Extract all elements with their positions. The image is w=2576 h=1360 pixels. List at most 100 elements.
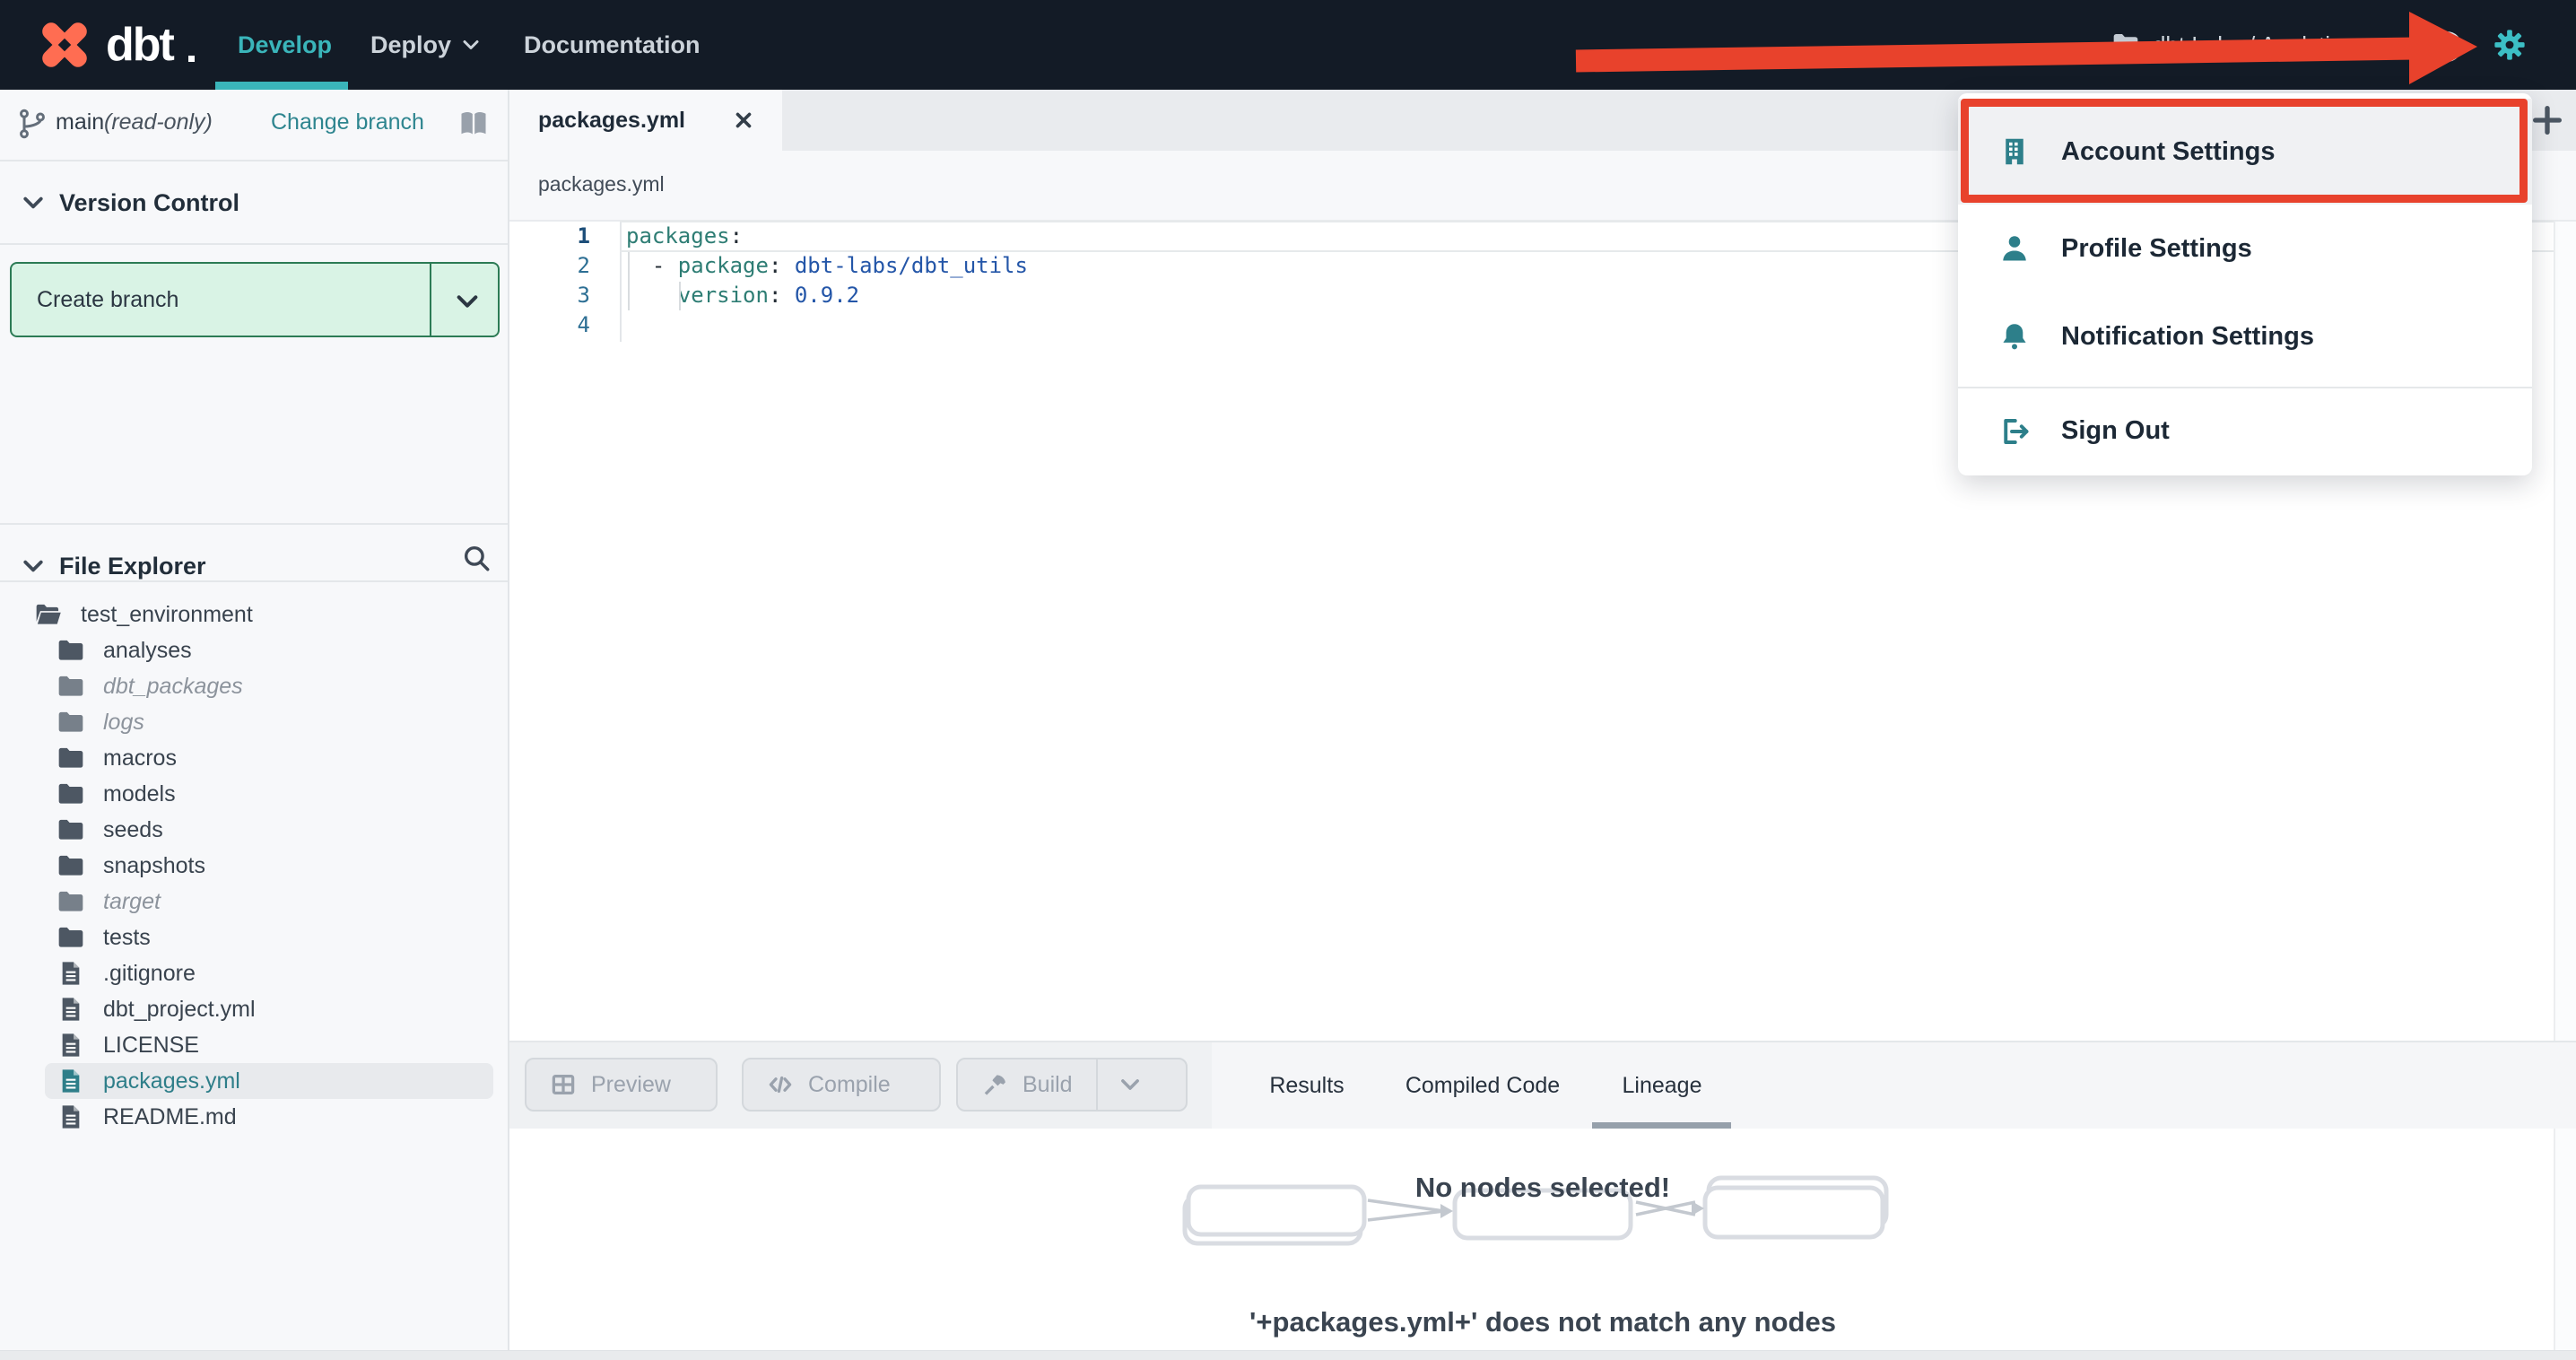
tree-item-dbt-packages[interactable]: dbt_packages bbox=[0, 668, 508, 704]
tree-item-logs[interactable]: logs bbox=[0, 704, 508, 740]
build-button[interactable]: Build bbox=[956, 1058, 1188, 1112]
branch-readonly-label: (read-only) bbox=[104, 109, 213, 135]
results-tab-compiled-code[interactable]: Compiled Code bbox=[1405, 1042, 1560, 1129]
tree-item-label: logs bbox=[103, 709, 144, 735]
bell-icon bbox=[2003, 324, 2026, 350]
code-text: version: 0.9.2 bbox=[626, 283, 860, 308]
chevron-down-icon[interactable] bbox=[453, 287, 482, 316]
search-icon[interactable] bbox=[461, 543, 492, 573]
preview-button[interactable]: Preview bbox=[525, 1058, 718, 1112]
dbt-logo-icon bbox=[42, 22, 87, 67]
account-settings-menu: Account Settings Profile Settings Notifica… bbox=[1958, 93, 2532, 475]
lineage-node bbox=[1186, 1184, 1367, 1237]
gear-icon[interactable] bbox=[2493, 28, 2527, 62]
tree-item-snapshots[interactable]: snapshots bbox=[0, 848, 508, 884]
account-project-switcher[interactable]: dbt Labs / Analytics bbox=[2111, 0, 2354, 90]
top-nav: dbt Develop Deploy Documentation dbt Labs … bbox=[0, 0, 2576, 90]
tab-label: packages.yml bbox=[538, 107, 685, 133]
tree-item-readme-md[interactable]: README.md bbox=[0, 1099, 508, 1135]
menu-item-label: Profile Settings bbox=[2061, 233, 2252, 263]
tree-item-license[interactable]: LICENSE bbox=[0, 1027, 508, 1063]
menu-item-profile-settings[interactable]: Profile Settings bbox=[1958, 205, 2532, 292]
tree-item-macros[interactable]: macros bbox=[0, 740, 508, 776]
line-number: 2 bbox=[577, 253, 590, 278]
button-split-divider bbox=[1095, 1059, 1098, 1110]
file-explorer-header[interactable]: File Explorer bbox=[0, 525, 508, 607]
person-icon bbox=[2003, 236, 2026, 261]
tree-item-label: analyses bbox=[103, 637, 192, 663]
nav-item-label: Develop bbox=[238, 31, 333, 58]
horizontal-scrollbar-track[interactable] bbox=[0, 1350, 2576, 1360]
menu-item-label: Account Settings bbox=[2061, 136, 2276, 166]
tree-item-label: test_environment bbox=[81, 601, 253, 627]
active-nav-underline bbox=[215, 82, 348, 90]
create-branch-button[interactable]: Create branch bbox=[10, 262, 500, 337]
results-tab-lineage-active[interactable]: Lineage bbox=[1623, 1042, 1702, 1129]
dbt-cloud-ide: dbt Develop Deploy Documentation dbt Labs … bbox=[0, 0, 2576, 1360]
dbt-logo[interactable]: dbt bbox=[36, 0, 195, 90]
nav-item-documentation[interactable]: Documentation bbox=[524, 0, 701, 90]
file-tree: test_environment analyses dbt_packageslogs… bbox=[0, 597, 508, 1135]
compile-button[interactable]: Compile bbox=[742, 1058, 941, 1112]
tree-item--gitignore[interactable]: .gitignore bbox=[0, 955, 508, 991]
git-branch-icon bbox=[20, 109, 45, 139]
tree-item-seeds[interactable]: seeds bbox=[0, 812, 508, 848]
tree-item-models[interactable]: models bbox=[0, 776, 508, 812]
file-explorer-title: File Explorer bbox=[59, 552, 206, 580]
tree-item-label: target bbox=[103, 888, 161, 914]
grid-icon bbox=[552, 1075, 575, 1094]
menu-item-notification-settings[interactable]: Notification Settings bbox=[1958, 292, 2532, 380]
folder-icon bbox=[58, 783, 83, 804]
tree-item-label: dbt_project.yml bbox=[103, 996, 256, 1022]
menu-item-label: Notification Settings bbox=[2061, 321, 2314, 351]
folder-icon bbox=[58, 891, 83, 911]
tree-item-test-environment[interactable]: test_environment bbox=[0, 597, 508, 632]
folder-icon bbox=[58, 927, 83, 947]
nav-item-develop[interactable]: Develop bbox=[238, 0, 332, 90]
sign-out-icon bbox=[2004, 418, 2029, 444]
file-icon bbox=[62, 1105, 80, 1129]
line-number: 3 bbox=[577, 283, 590, 308]
chevron-down-icon bbox=[23, 560, 43, 572]
editor-scrollbar-track[interactable] bbox=[2554, 222, 2576, 1350]
tree-item-label: models bbox=[103, 780, 176, 806]
menu-item-sign-out[interactable]: Sign Out bbox=[1958, 387, 2532, 475]
brand-wordmark: dbt bbox=[106, 19, 175, 71]
tree-item-target[interactable]: target bbox=[0, 884, 508, 920]
button-label: Preview bbox=[591, 1071, 671, 1097]
tree-item-packages-yml[interactable]: packages.yml bbox=[0, 1063, 508, 1099]
button-label: Compile bbox=[808, 1071, 891, 1097]
nav-item-label: Documentation bbox=[524, 31, 701, 58]
nav-item-label: Deploy bbox=[370, 31, 452, 58]
avatar[interactable] bbox=[2432, 31, 2462, 62]
hammer-icon bbox=[984, 1075, 1005, 1095]
divider bbox=[0, 580, 508, 582]
change-branch-link[interactable]: Change branch bbox=[271, 109, 424, 135]
docs-book-icon[interactable] bbox=[457, 108, 490, 140]
file-icon bbox=[62, 962, 80, 985]
button-split-divider bbox=[430, 264, 431, 336]
close-icon[interactable] bbox=[732, 109, 755, 132]
build-options-chevron-icon[interactable] bbox=[1118, 1072, 1143, 1097]
divider bbox=[0, 243, 508, 245]
building-icon bbox=[2006, 138, 2023, 165]
tree-item-analyses[interactable]: analyses bbox=[0, 632, 508, 668]
tree-item-label: seeds bbox=[103, 816, 163, 842]
results-tab-results[interactable]: Results bbox=[1269, 1042, 1344, 1129]
button-label: Build bbox=[1023, 1071, 1073, 1097]
chevron-down-icon bbox=[463, 40, 479, 49]
branch-bar: main (read-only) Change branch bbox=[0, 90, 508, 160]
code-text: packages: bbox=[626, 223, 744, 248]
tree-item-tests[interactable]: tests bbox=[0, 920, 508, 955]
new-tab-plus-icon[interactable] bbox=[2529, 102, 2565, 138]
tree-item-dbt-project-yml[interactable]: dbt_project.yml bbox=[0, 991, 508, 1027]
lineage-node bbox=[1702, 1185, 1885, 1240]
sidebar: main (read-only) Change branch Version C… bbox=[0, 90, 509, 1350]
menu-item-account-settings[interactable]: Account Settings bbox=[1958, 99, 2532, 205]
version-control-header[interactable]: Version Control bbox=[0, 161, 508, 244]
nav-item-deploy[interactable]: Deploy bbox=[370, 0, 482, 90]
tree-item-label: README.md bbox=[103, 1103, 237, 1129]
tab-packages-yml[interactable]: packages.yml bbox=[509, 90, 782, 151]
chevron-down-icon bbox=[23, 196, 43, 209]
folder-icon bbox=[58, 855, 83, 876]
